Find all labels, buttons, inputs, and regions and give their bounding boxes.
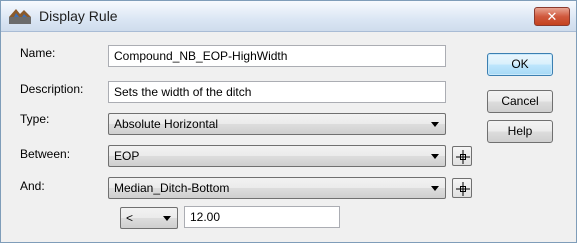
chevron-down-icon xyxy=(431,154,439,159)
cancel-button[interactable]: Cancel xyxy=(487,90,553,113)
and-label: And: xyxy=(20,179,45,193)
description-label: Description: xyxy=(20,82,84,96)
crosshair-pick-icon xyxy=(456,182,470,196)
between-select[interactable]: EOP xyxy=(108,145,446,167)
type-select[interactable]: Absolute Horizontal xyxy=(108,113,446,135)
between-label: Between: xyxy=(20,147,71,161)
ok-button[interactable]: OK xyxy=(487,53,553,76)
type-label: Type: xyxy=(20,112,50,126)
description-input[interactable]: Sets the width of the ditch xyxy=(108,81,446,103)
title-bar[interactable]: Display Rule ✕ xyxy=(1,1,576,32)
and-select[interactable]: Median_Ditch-Bottom xyxy=(108,177,446,199)
distance-input[interactable]: 12.00 xyxy=(184,206,340,228)
between-select-value: EOP xyxy=(114,149,140,163)
close-button[interactable]: ✕ xyxy=(534,7,570,26)
window-title: Display Rule xyxy=(39,8,118,24)
type-select-value: Absolute Horizontal xyxy=(114,117,219,131)
and-select-value: Median_Ditch-Bottom xyxy=(114,181,230,195)
name-input[interactable]: Compound_NB_EOP-HighWidth xyxy=(108,45,446,67)
chevron-down-icon xyxy=(163,216,171,221)
chevron-down-icon xyxy=(431,186,439,191)
and-pick-button[interactable] xyxy=(452,178,472,198)
operator-select[interactable]: < xyxy=(120,207,178,229)
help-button[interactable]: Help xyxy=(487,120,553,143)
close-icon: ✕ xyxy=(546,9,558,24)
name-label: Name: xyxy=(20,46,56,60)
display-rule-app-icon xyxy=(9,8,31,24)
between-pick-button[interactable] xyxy=(452,146,472,166)
chevron-down-icon xyxy=(431,122,439,127)
crosshair-pick-icon xyxy=(456,150,470,164)
operator-select-value: < xyxy=(126,211,134,225)
display-rule-dialog: Display Rule ✕ Name: Compound_NB_EOP-Hig… xyxy=(0,0,577,243)
